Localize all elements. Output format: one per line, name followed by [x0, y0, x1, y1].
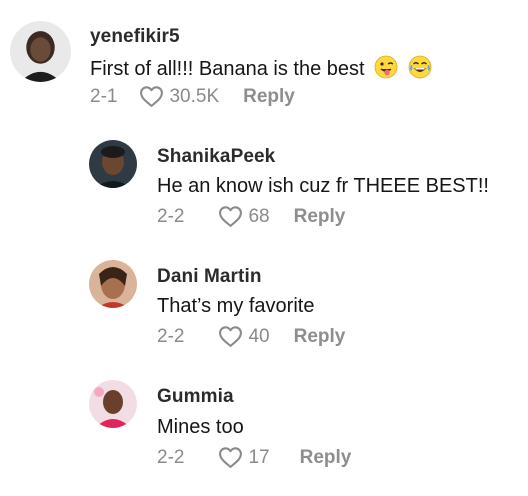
avatar[interactable] [89, 140, 137, 188]
avatar[interactable] [10, 21, 71, 82]
heart-outline-icon [219, 326, 243, 347]
like-button[interactable]: 40 [218, 325, 270, 348]
comment-text: He an know ish cuz fr THEEE BEST!! [157, 175, 489, 197]
comment-text: First of all!!! Banana is the best [90, 55, 432, 81]
avatar[interactable] [89, 260, 137, 308]
reply-button[interactable]: Reply [294, 206, 346, 228]
comment-date: 2-1 [90, 85, 118, 107]
like-count: 30.5K [169, 85, 220, 107]
like-count: 17 [248, 446, 270, 468]
comment-username[interactable]: ShanikaPeek [157, 146, 275, 168]
like-button[interactable]: 17 [218, 446, 270, 469]
reply-button[interactable]: Reply [294, 326, 346, 348]
tears-of-joy-emoji [408, 55, 432, 79]
heart-outline-icon [219, 447, 243, 468]
like-button[interactable]: 30.5K [139, 85, 219, 108]
comment-meta: 2-2 40 Reply [157, 325, 345, 348]
comment-text: Mines too [157, 416, 244, 438]
heart-outline-icon [140, 86, 164, 107]
comment-text-body: First of all!!! Banana is the best [90, 58, 365, 80]
comment-text: That’s my favorite [157, 295, 315, 317]
comment-username[interactable]: Dani Martin [157, 266, 262, 288]
comment-date: 2-2 [157, 446, 185, 468]
comment-username[interactable]: yenefikir5 [90, 26, 180, 48]
comment-date: 2-2 [157, 325, 185, 347]
avatar[interactable] [89, 380, 137, 428]
comment-date: 2-2 [157, 205, 185, 227]
like-button[interactable]: 68 [218, 205, 270, 228]
reply-button[interactable]: Reply [243, 86, 295, 108]
heart-outline-icon [219, 206, 243, 227]
comment-username[interactable]: Gummia [157, 386, 234, 408]
comment-meta: 2-1 30.5K Reply [90, 85, 295, 108]
reply-button[interactable]: Reply [300, 447, 352, 469]
like-count: 40 [248, 325, 270, 347]
like-count: 68 [248, 205, 270, 227]
comment-meta: 2-2 68 Reply [157, 205, 345, 228]
winking-tongue-face-emoji [374, 55, 398, 79]
comment-meta: 2-2 17 Reply [157, 446, 351, 469]
